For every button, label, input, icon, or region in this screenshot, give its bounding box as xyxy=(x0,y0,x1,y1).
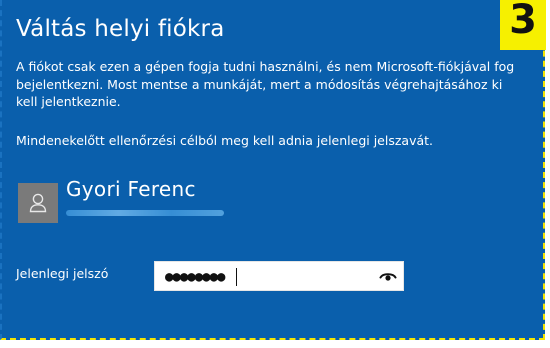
dialog-title: Váltás helyi fiókra xyxy=(16,16,225,42)
screenshot-stage: Váltás helyi fiókra A fiókot csak ezen a… xyxy=(0,0,550,348)
step-badge: 3 xyxy=(500,0,546,50)
switch-to-local-account-panel: Váltás helyi fiókra A fiókot csak ezen a… xyxy=(0,0,545,340)
user-avatar xyxy=(18,183,58,223)
user-name: Gyori Ferenc xyxy=(66,177,196,201)
password-masked-value: ●●●●●●●● xyxy=(165,269,225,285)
person-icon xyxy=(29,193,47,213)
user-email-redacted xyxy=(66,210,224,216)
eye-icon[interactable] xyxy=(379,269,397,283)
password-label: Jelenlegi jelszó xyxy=(16,266,109,281)
text-caret xyxy=(236,268,237,286)
dialog-description: A fiókot csak ezen a gépen fogja tudni h… xyxy=(16,59,515,109)
verify-instruction: Mindenekelőtt ellenőrzési célból meg kel… xyxy=(16,133,434,148)
current-password-input[interactable]: ●●●●●●●● xyxy=(154,261,404,291)
